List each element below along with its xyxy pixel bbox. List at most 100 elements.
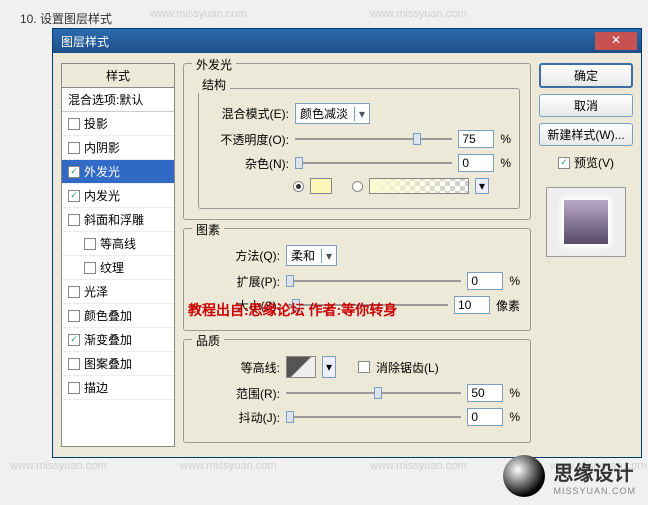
style-item-9[interactable]: 渐变叠加 bbox=[62, 328, 174, 352]
logo-text: 思缘设计 bbox=[553, 463, 633, 485]
style-checkbox[interactable] bbox=[68, 166, 80, 178]
style-item-1[interactable]: 内阴影 bbox=[62, 136, 174, 160]
style-item-4[interactable]: 斜面和浮雕 bbox=[62, 208, 174, 232]
blend-mode-value: 颜色减淡 bbox=[300, 105, 348, 122]
elements-label: 图素 bbox=[192, 221, 224, 238]
style-label: 光泽 bbox=[84, 283, 108, 300]
watermark: www.missyuan.com bbox=[10, 460, 107, 472]
style-label: 等高线 bbox=[100, 235, 136, 252]
style-checkbox[interactable] bbox=[84, 262, 96, 274]
chevron-down-icon: ▾ bbox=[321, 249, 332, 263]
style-label: 内阴影 bbox=[84, 139, 120, 156]
noise-slider[interactable] bbox=[295, 155, 452, 171]
spread-input[interactable]: 0 bbox=[467, 272, 503, 290]
dialog-title: 图层样式 bbox=[61, 33, 109, 50]
style-item-5[interactable]: 等高线 bbox=[62, 232, 174, 256]
style-label: 内发光 bbox=[84, 187, 120, 204]
blending-options[interactable]: 混合选项:默认 bbox=[62, 88, 174, 112]
cancel-button[interactable]: 取消 bbox=[539, 94, 633, 117]
contour-label: 等高线: bbox=[198, 359, 280, 376]
jitter-input[interactable]: 0 bbox=[467, 408, 503, 426]
chevron-down-icon[interactable]: ▾ bbox=[475, 178, 489, 194]
noise-input[interactable]: 0 bbox=[458, 154, 494, 172]
spread-slider[interactable] bbox=[286, 273, 461, 289]
style-checkbox[interactable] bbox=[68, 310, 80, 322]
style-checkbox[interactable] bbox=[68, 334, 80, 346]
new-style-button[interactable]: 新建样式(W)... bbox=[539, 123, 633, 146]
style-checkbox[interactable] bbox=[68, 118, 80, 130]
style-item-7[interactable]: 光泽 bbox=[62, 280, 174, 304]
preview-label: 预览(V) bbox=[574, 154, 614, 171]
technique-select[interactable]: 柔和 ▾ bbox=[286, 245, 337, 266]
antialias-checkbox[interactable] bbox=[358, 361, 370, 373]
size-input[interactable]: 10 bbox=[454, 296, 490, 314]
layer-style-dialog: 图层样式 ✕ 样式 混合选项:默认 投影内阴影外发光内发光斜面和浮雕等高线纹理光… bbox=[52, 28, 642, 458]
range-input[interactable]: 50 bbox=[467, 384, 503, 402]
style-item-11[interactable]: 描边 bbox=[62, 376, 174, 400]
color-swatch[interactable] bbox=[310, 178, 332, 194]
opacity-slider[interactable] bbox=[295, 131, 452, 147]
watermark: www.missyuan.com bbox=[370, 460, 467, 472]
antialias-label: 消除锯齿(L) bbox=[376, 359, 439, 376]
style-item-10[interactable]: 图案叠加 bbox=[62, 352, 174, 376]
style-item-2[interactable]: 外发光 bbox=[62, 160, 174, 184]
style-label: 外发光 bbox=[84, 163, 120, 180]
opacity-label: 不透明度(O): bbox=[207, 131, 289, 148]
ok-button[interactable]: 确定 bbox=[539, 63, 633, 88]
style-checkbox[interactable] bbox=[68, 214, 80, 226]
contour-picker[interactable] bbox=[286, 356, 316, 378]
preview-box bbox=[546, 187, 626, 257]
opacity-input[interactable]: 75 bbox=[458, 130, 494, 148]
chevron-down-icon: ▾ bbox=[354, 107, 365, 121]
style-item-6[interactable]: 纹理 bbox=[62, 256, 174, 280]
style-checkbox[interactable] bbox=[68, 142, 80, 154]
style-label: 纹理 bbox=[100, 259, 124, 276]
logo-subtext: MISSYUAN.COM bbox=[553, 486, 636, 496]
range-slider[interactable] bbox=[286, 385, 461, 401]
styles-header[interactable]: 样式 bbox=[62, 64, 174, 88]
pct-unit: % bbox=[509, 274, 520, 288]
pct-unit: % bbox=[500, 132, 511, 146]
watermark: www.missyuan.com bbox=[150, 8, 247, 20]
close-button[interactable]: ✕ bbox=[595, 32, 637, 50]
style-checkbox[interactable] bbox=[68, 358, 80, 370]
gradient-radio[interactable] bbox=[352, 181, 363, 192]
jitter-slider[interactable] bbox=[286, 409, 461, 425]
structure-label: 结构 bbox=[198, 76, 230, 93]
style-checkbox[interactable] bbox=[84, 238, 96, 250]
watermark: www.missyuan.com bbox=[180, 460, 277, 472]
chevron-down-icon[interactable]: ▾ bbox=[322, 356, 336, 378]
style-item-3[interactable]: 内发光 bbox=[62, 184, 174, 208]
style-item-0[interactable]: 投影 bbox=[62, 112, 174, 136]
styles-list: 样式 混合选项:默认 投影内阴影外发光内发光斜面和浮雕等高线纹理光泽颜色叠加渐变… bbox=[61, 63, 175, 447]
pct-unit: % bbox=[500, 156, 511, 170]
credit-text: 教程出自:思缘论坛 作者:等你转身 bbox=[188, 300, 397, 320]
outer-glow-label: 外发光 bbox=[192, 56, 236, 73]
style-label: 图案叠加 bbox=[84, 355, 132, 372]
pct-unit: % bbox=[509, 386, 520, 400]
gradient-picker[interactable] bbox=[369, 178, 469, 194]
technique-value: 柔和 bbox=[291, 247, 315, 264]
style-checkbox[interactable] bbox=[68, 190, 80, 202]
spread-label: 扩展(P): bbox=[198, 273, 280, 290]
watermark: www.missyuan.com bbox=[370, 8, 467, 20]
titlebar[interactable]: 图层样式 ✕ bbox=[53, 29, 641, 53]
options-panel: 外发光 结构 混合模式(E): 颜色减淡 ▾ 不透明度(O): 75 % bbox=[183, 63, 531, 447]
style-checkbox[interactable] bbox=[68, 286, 80, 298]
style-checkbox[interactable] bbox=[68, 382, 80, 394]
logo-icon bbox=[503, 455, 545, 497]
preview-checkbox[interactable] bbox=[558, 157, 570, 169]
color-radio[interactable] bbox=[293, 181, 304, 192]
technique-label: 方法(Q): bbox=[198, 247, 280, 264]
style-label: 描边 bbox=[84, 379, 108, 396]
style-label: 投影 bbox=[84, 115, 108, 132]
style-label: 渐变叠加 bbox=[84, 331, 132, 348]
preview-swatch bbox=[564, 200, 608, 244]
pct-unit: % bbox=[509, 410, 520, 424]
range-label: 范围(R): bbox=[198, 385, 280, 402]
jitter-label: 抖动(J): bbox=[198, 409, 280, 426]
style-item-8[interactable]: 颜色叠加 bbox=[62, 304, 174, 328]
blend-mode-select[interactable]: 颜色减淡 ▾ bbox=[295, 103, 370, 124]
page-caption: 10. 设置图层样式 bbox=[20, 10, 112, 27]
site-logo: 思缘设计 MISSYUAN.COM bbox=[503, 455, 636, 497]
